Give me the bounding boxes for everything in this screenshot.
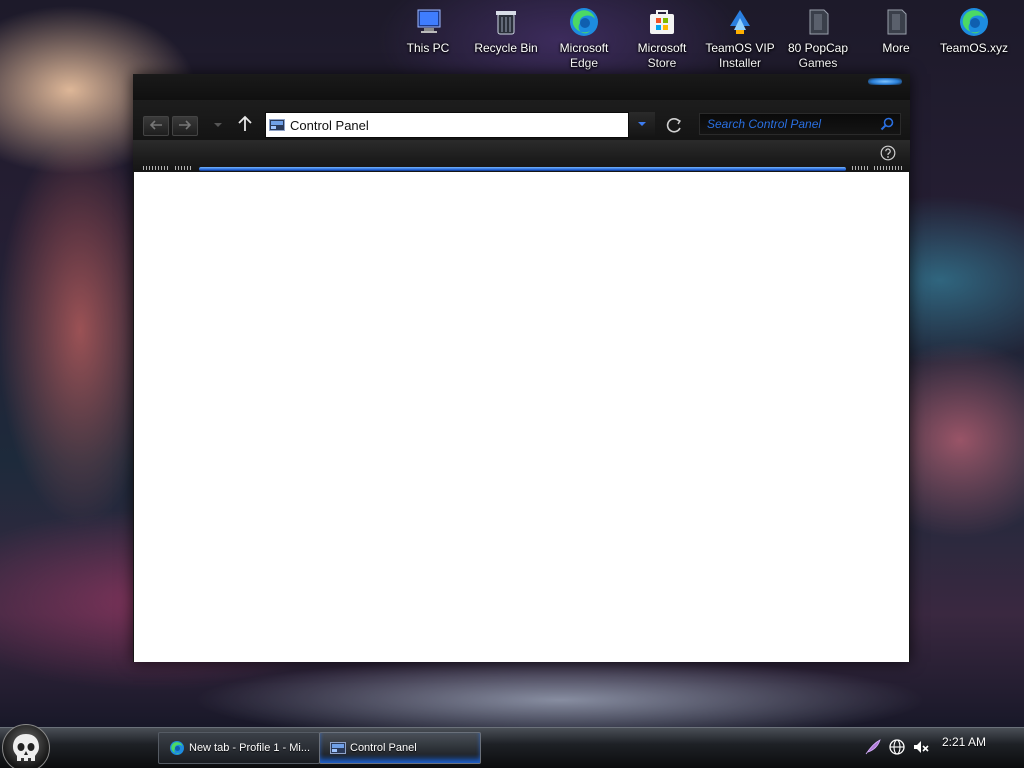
desktop-icon-this-pc[interactable]: This PC — [390, 4, 466, 74]
forward-button[interactable] — [172, 116, 198, 136]
navigation-bar: Control Panel — [133, 100, 910, 140]
window-titlebar[interactable] — [133, 74, 910, 100]
up-arrow-icon — [238, 115, 252, 131]
volume-muted-icon[interactable] — [912, 738, 930, 756]
search-input[interactable] — [700, 116, 879, 132]
desktop-icon-80-popcap-games[interactable]: 80 PopCap Games — [780, 4, 856, 74]
search-box[interactable] — [699, 113, 901, 135]
desktop-icon-teamos-xyz[interactable]: TeamOS.xyz — [936, 4, 1012, 74]
toolbar-grip — [874, 166, 902, 170]
clock[interactable]: 2:21 AM — [942, 735, 986, 749]
taskbar-item-control-panel[interactable]: Control Panel — [319, 732, 481, 764]
edge-icon — [960, 8, 988, 36]
control-panel-icon — [330, 742, 346, 754]
back-button[interactable] — [143, 116, 169, 136]
installer-icon — [730, 10, 750, 34]
command-toolbar — [133, 140, 910, 172]
edge-icon — [170, 741, 184, 755]
recent-locations-button[interactable] — [211, 118, 225, 132]
address-bar[interactable]: Control Panel — [265, 112, 629, 138]
control-panel-window: Control Panel — [133, 74, 910, 662]
desktop-icon-label: Microsoft Edge — [559, 41, 609, 70]
desktop-icon-label: More — [882, 41, 910, 55]
refresh-icon — [666, 118, 682, 133]
chevron-down-icon — [214, 123, 222, 127]
control-panel-icon — [269, 119, 285, 131]
desktop-icon-more[interactable]: More — [858, 4, 934, 74]
help-icon — [880, 145, 896, 161]
desktop-icon-microsoft-store[interactable]: Microsoft Store — [624, 4, 700, 74]
desktop-icon-label: TeamOS VIP Installer — [705, 41, 775, 70]
address-text: Control Panel — [290, 117, 369, 133]
desktop-icon-microsoft-edge[interactable]: Microsoft Edge — [546, 4, 622, 74]
edge-icon — [570, 8, 598, 36]
more-icon — [887, 9, 907, 35]
popcap-icon — [809, 9, 829, 35]
desktop-icon-label: Recycle Bin — [474, 41, 538, 55]
address-dropdown-button[interactable] — [629, 112, 655, 136]
desktop-icon-recycle-bin[interactable]: Recycle Bin — [468, 4, 544, 74]
taskbar-item-label: New tab - Profile 1 - Mi... — [189, 742, 311, 754]
start-button[interactable] — [2, 724, 50, 768]
desktop-icon-teamos-vip-installer[interactable]: TeamOS VIP Installer — [702, 4, 778, 74]
up-button[interactable] — [236, 114, 254, 134]
taskbar-item-label: Control Panel — [350, 742, 417, 754]
toolbar-grip — [175, 166, 191, 170]
desktop-icon-label: This PC — [406, 41, 450, 55]
toolbar-grip — [143, 166, 169, 170]
forward-arrow-icon — [179, 120, 192, 130]
network-globe-icon[interactable] — [888, 738, 906, 756]
this-pc-icon — [417, 9, 441, 33]
back-arrow-icon — [149, 120, 162, 130]
chevron-down-icon — [638, 122, 646, 126]
store-icon — [650, 10, 674, 34]
window-controls-glow[interactable] — [868, 78, 902, 85]
desktop-icon-label: TeamOS.xyz — [939, 41, 1008, 55]
desktop-icon-label: 80 PopCap Games — [787, 41, 849, 70]
skull-icon — [13, 734, 39, 761]
feather-icon[interactable] — [864, 738, 882, 756]
refresh-button[interactable] — [663, 114, 685, 136]
desktop-icon-label: Microsoft Store — [637, 41, 687, 70]
help-button[interactable] — [880, 145, 896, 161]
taskbar-item-edge[interactable]: New tab - Profile 1 - Mi... — [158, 732, 320, 764]
taskbar: New tab - Profile 1 - Mi... Control Pane… — [0, 724, 1024, 768]
search-icon[interactable] — [880, 117, 894, 131]
toolbar-accent-line — [199, 167, 846, 171]
recycle-bin-icon — [496, 11, 516, 35]
content-area[interactable] — [134, 172, 909, 662]
toolbar-grip — [852, 166, 868, 170]
